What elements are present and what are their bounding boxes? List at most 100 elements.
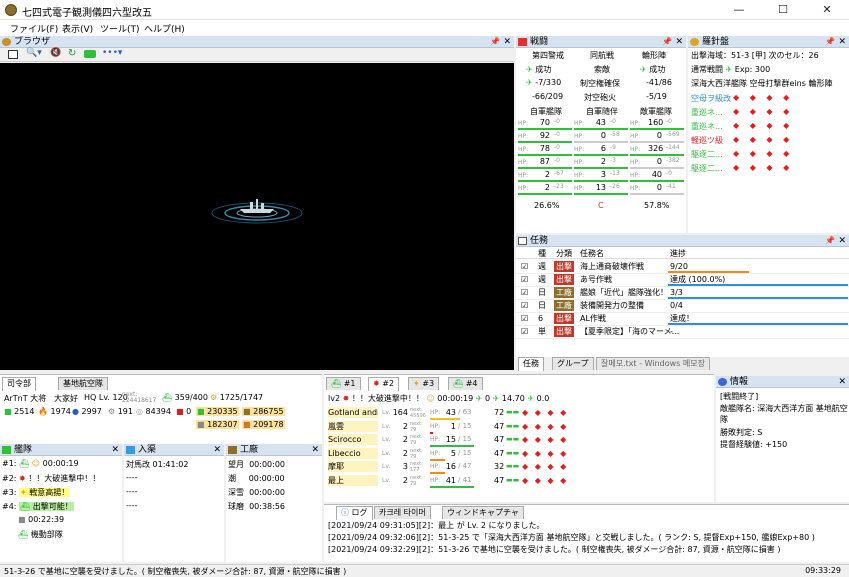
battle-hp-cell: HP: 87 -0 [518,157,572,169]
quest-category: 出撃 [554,313,574,324]
ship-row[interactable]: Libeccio Lv. 2 next: 79 HP: 5/ 15 47 ▬▬ ◆ ◆ ◆ ◆ [324,447,714,461]
fleet-3[interactable]: #3: ✦ 戦意高揚！ [2,487,71,498]
enemy-ship[interactable]: 重巡ネ... ◆ ◆ ◆ ◆ [691,107,789,118]
zoom-icon[interactable]: 🔍▾ [26,48,42,58]
quest-checkbox[interactable]: ☑ [521,261,528,272]
quest-row[interactable]: ☑ 週出撃 あ号作戦 達成 (100.0%) [516,274,849,287]
hp-damage: -0 [666,170,672,177]
more-icon[interactable]: •••▾ [102,48,122,58]
quest-row[interactable]: ☑ 6 出撃 AL作戦 達成！ [516,313,849,326]
enemy-ship[interactable]: 駆逐二... ◆ ◆ ◆ ◆ [691,163,789,174]
hp-value: 13 [595,183,606,192]
close-icon[interactable]: ✕ [213,444,221,456]
enemy-ship[interactable]: 駆逐二... ◆ ◆ ◆ ◆ [691,149,789,160]
tab-base-air[interactable]: 基地航空隊 [58,377,108,390]
minimize-button[interactable]: — [717,0,761,20]
ship-row[interactable]: 最上 Lv. 2 next: 79 HP: 41/ 41 47 ▬▬ ◆ ◆ ◆ ◆ [324,474,714,488]
ship-name: 嵐雲 [328,420,378,432]
ship-condition: 47 [494,475,505,485]
quest-checkbox[interactable]: ☑ [521,313,528,324]
enemy-ship[interactable]: 軽巡ツ級 ◆ ◆ ◆ ◆ [691,135,789,146]
close-button[interactable]: ✕ [805,0,849,20]
col-progress[interactable]: 進捗 [670,248,686,259]
tab-fleet-4[interactable]: ⛴ #4 [448,377,483,390]
pin-icon[interactable]: 📌 [662,36,672,48]
mute-icon[interactable]: 🔇 [50,48,61,58]
close-icon[interactable]: ✕ [838,376,846,388]
tab-quests[interactable]: 任務 [518,357,544,371]
ship-row[interactable]: Scirocco Lv. 2 next: 79 HP: 15/ 15 47 ▬▬ ◆ ◆ ◆ ◆ [324,434,714,447]
battle-hp-cell: HP: 3 -13 [574,170,628,182]
refresh-icon[interactable]: ↻ [68,48,76,59]
tab-fleet-1[interactable]: ⛴ #1 [326,377,361,390]
maximize-button[interactable]: ☐ [761,0,805,20]
menu-tools[interactable]: ツール(T) [100,22,140,35]
hp-label: HP: [630,146,641,153]
ship-icon: ⛴ [20,502,31,511]
ship-row[interactable]: 嵐雲 Lv. 2 next: 79 HP: 1/ 15 47 ▬▬ ◆ ◆ ◆ ◆ [324,420,714,434]
ship-name: Gotland andra [328,407,378,418]
fleet-2[interactable]: #2: ✸ ！！大破進撃中！！ [2,473,100,484]
quest-checkbox[interactable]: ☑ [521,274,528,285]
quest-checkbox[interactable]: ☑ [521,300,528,311]
col-name[interactable]: 任務名 [580,248,604,259]
coin-count: ◎ 84394 [136,407,171,416]
ship-icon: ⛴ [453,379,464,388]
quest-checkbox[interactable]: ☑ [521,287,528,298]
tab-fleet-2[interactable]: ✸ #2 [368,377,400,391]
quest-checkbox[interactable]: ☑ [521,326,528,337]
screenshot-icon[interactable] [8,50,18,59]
ship-row[interactable]: 摩耶 Lv. 3 next: 177 HP: 16/ 47 32 ▬▬ ◆ ◆ ◆ ◆ [324,461,714,474]
arsenal-slot-4: 球磨 00:38:56 [228,502,286,511]
ship-condition: 32 [494,462,505,471]
menu-file[interactable]: ファイル(F) [10,22,58,35]
menu-help[interactable]: ヘルプ(H) [144,22,185,35]
quest-row[interactable]: ☑ 日工廠 艦娘「近代」艦隊強化！ 3/3 [516,287,849,300]
title-bar: 七四式電子観測儀四六型改五 — ☐ ✕ [0,0,849,20]
tab-timer[interactable]: 카크레 타이머 [374,506,431,519]
quest-row[interactable]: ☑ 日工廠 装備開発力の整備 0/4 [516,300,849,313]
quest-row[interactable]: ☑ 週出撃 海上通商破壊作戦 9/20 [516,261,849,274]
tab-log[interactable]: ⓘ ログ [336,506,373,520]
close-icon[interactable]: ✕ [311,444,319,456]
tab-notepad[interactable]: 잘메모.txt - Windows 메모장 [596,357,710,370]
quest-type: 6 [538,314,544,323]
ship-row[interactable]: Gotland andra Lv.164next: 45596 HP: 43/ 63 7… [324,407,714,420]
air-own: ✈ -7/330 [526,78,562,87]
ship-icon: ⛴ [19,459,30,468]
col-category[interactable]: 分類 [556,248,572,259]
hp-value: 160 [648,118,664,127]
screw-count: ⚙ 191 [108,407,133,416]
fleet-4[interactable]: #4: ⛴ 出撃可能！ [2,501,74,512]
tab-hq[interactable]: 司令部 [2,377,36,391]
game-view[interactable] [0,63,514,370]
arsenal-slot-2: 潮 00:00:00 [228,474,285,483]
tab-window-capture[interactable]: ウィンドキャプチャ [442,506,524,519]
quest-row[interactable]: ☑ 単出撃 【夏季限定】「海のマーメ... - [516,326,849,339]
ship-hp: 1 [450,421,456,431]
pin-icon[interactable]: 📌 [825,235,835,247]
ship-hp-max: / 47 [458,462,472,470]
ship-condition: 47 [494,421,505,431]
fleet-1[interactable]: #1: ⛴ ☺ 00:00:19 [2,459,79,468]
fleet-icon [2,446,11,454]
tab-group[interactable]: グループ [552,357,594,370]
close-icon[interactable]: ✕ [111,444,119,456]
close-icon[interactable]: ✕ [675,36,683,48]
pin-icon[interactable]: 📌 [490,36,500,48]
close-icon[interactable]: ✕ [503,36,511,48]
quest-name: 艦娘「近代」艦隊強化！ [580,288,668,297]
enemy-ship[interactable]: 空母ヲ級改 ◆ ◆ ◆ ◆ [691,93,789,104]
col-type[interactable]: 種 [538,248,546,259]
enemy-ship[interactable]: 重巡ネ... ◆ ◆ ◆ ◆ [691,121,789,132]
pin-icon[interactable]: 📌 [825,36,835,48]
plane-icon: ✈ [526,65,533,74]
present-count: ■ 0 [176,407,192,416]
fleet-title: 艦隊 [14,445,33,455]
menu-view[interactable]: 表示(V) [62,22,93,35]
navigate-icon[interactable] [84,50,96,58]
close-icon[interactable]: ✕ [838,235,846,247]
ship-name: Libeccio [328,447,378,459]
tab-fleet-3[interactable]: ✦ #3 [408,377,440,390]
close-icon[interactable]: ✕ [838,36,846,48]
